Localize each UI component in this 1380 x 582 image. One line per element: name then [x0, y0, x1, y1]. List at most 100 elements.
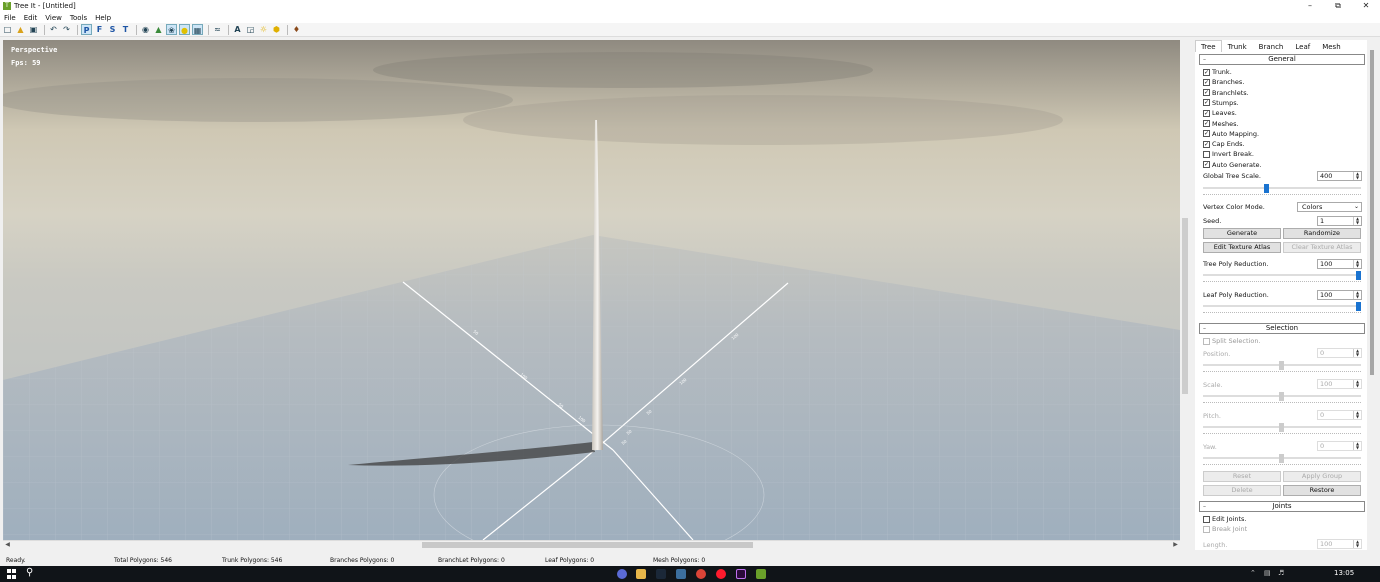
tab-mesh[interactable]: Mesh — [1316, 40, 1346, 52]
spinner-icon[interactable]: ▲ ▼ — [1353, 291, 1361, 299]
checkbox-meshes[interactable]: ✓ Meshes. — [1203, 119, 1239, 129]
scroll-left-icon[interactable]: ◀ — [3, 541, 12, 549]
minimize-icon[interactable]: – — [1296, 0, 1324, 12]
menu-tools[interactable]: Tools — [66, 14, 91, 22]
restore-button[interactable]: Restore — [1283, 485, 1361, 496]
tray-expand-icon[interactable]: ⌃ — [1250, 569, 1256, 577]
restore-icon[interactable]: ⧉ — [1324, 0, 1352, 12]
view-side-button[interactable]: S — [107, 24, 118, 35]
clear-texture-atlas-button[interactable]: Clear Texture Atlas — [1283, 242, 1361, 253]
panel-scrollbar[interactable] — [1368, 50, 1376, 546]
scale-slider[interactable] — [1203, 392, 1361, 403]
split-selection-checkbox[interactable]: Split Selection. — [1203, 336, 1261, 346]
checkbox-branchlets[interactable]: ✓ Branchlets. — [1203, 88, 1249, 98]
collapse-icon[interactable]: – — [1203, 502, 1206, 511]
tree-it-taskbar-icon[interactable] — [756, 569, 766, 579]
section-selection-header[interactable]: – Selection — [1199, 323, 1365, 334]
light-bulb-icon[interactable]: ● — [179, 24, 190, 35]
global-scale-slider[interactable] — [1203, 184, 1361, 195]
view-top-button[interactable]: T — [120, 24, 131, 35]
premiere-app-icon[interactable] — [736, 569, 746, 579]
scroll-right-icon[interactable]: ▶ — [1171, 541, 1180, 549]
viewport-horizontal-scrollbar[interactable]: ◀ ▶ — [3, 540, 1180, 549]
grid-sphere-icon[interactable]: ❀ — [166, 24, 177, 35]
view-front-button[interactable]: F — [94, 24, 105, 35]
checkbox-branches[interactable]: ✓ Branches. — [1203, 77, 1244, 87]
yaw-slider[interactable] — [1203, 454, 1361, 465]
scrollbar-thumb[interactable] — [1182, 218, 1188, 394]
menu-help[interactable]: Help — [91, 14, 115, 22]
checkbox-auto-generate[interactable]: ✓ Auto Generate. — [1203, 160, 1262, 170]
spinner-icon[interactable]: ▲ ▼ — [1353, 380, 1361, 388]
menu-file[interactable]: File — [0, 14, 20, 22]
grid-icon[interactable]: ▦ — [192, 24, 203, 35]
slider-knob[interactable] — [1279, 454, 1284, 463]
polygon-icon[interactable]: ⬢ — [271, 24, 282, 35]
checkbox-invert-break[interactable]: Invert Break. — [1203, 149, 1254, 159]
scrollbar-thumb[interactable] — [1370, 50, 1374, 375]
vertex-color-select[interactable]: Colors ⌄ — [1297, 202, 1362, 212]
delete-button[interactable]: Delete — [1203, 485, 1281, 496]
slider-knob[interactable] — [1279, 392, 1284, 401]
sun-icon[interactable]: ☼ — [258, 24, 269, 35]
seed-input[interactable]: 1 ▲ ▼ — [1317, 216, 1362, 226]
generate-button[interactable]: Generate — [1203, 228, 1281, 239]
section-joints-header[interactable]: – Joints — [1199, 501, 1365, 512]
edit-joints-checkbox[interactable]: Edit Joints. — [1203, 514, 1246, 524]
global-scale-input[interactable]: 400 ▲ ▼ — [1317, 171, 1362, 181]
scrollbar-thumb[interactable] — [422, 542, 753, 548]
file-explorer-icon[interactable] — [636, 569, 646, 579]
opera-app-icon[interactable] — [716, 569, 726, 579]
3d-viewport[interactable]: 100 50 100 50 100 50 100 50 50 Perspecti… — [3, 40, 1180, 540]
network-icon[interactable]: ▤ — [1264, 569, 1271, 577]
edit-texture-atlas-button[interactable]: Edit Texture Atlas — [1203, 242, 1281, 253]
reset-button[interactable]: Reset — [1203, 471, 1281, 482]
break-joint-checkbox[interactable]: Break Joint — [1203, 524, 1247, 534]
position-slider[interactable] — [1203, 361, 1361, 372]
redo-icon[interactable]: ↷ — [61, 24, 72, 35]
windows-start-icon[interactable] — [7, 569, 17, 579]
wind-icon[interactable]: ≈ — [212, 24, 223, 35]
collapse-icon[interactable]: – — [1203, 55, 1206, 64]
length-input[interactable]: 100 ▲ ▼ — [1317, 539, 1362, 549]
close-icon[interactable]: ✕ — [1352, 0, 1380, 12]
pitch-input[interactable]: 0 ▲ ▼ — [1317, 410, 1362, 420]
wireframe-icon[interactable]: ◉ — [140, 24, 151, 35]
view-perspective-button[interactable]: P — [81, 24, 92, 35]
chrome-app-icon[interactable] — [696, 569, 706, 579]
volume-icon[interactable]: ♬ — [1278, 569, 1284, 577]
checkbox-trunk[interactable]: ✓ Trunk. — [1203, 67, 1232, 77]
tab-branch[interactable]: Branch — [1253, 40, 1290, 52]
app-icon[interactable] — [676, 569, 686, 579]
randomize-button[interactable]: Randomize — [1283, 228, 1361, 239]
viewport-vertical-scrollbar[interactable] — [1180, 40, 1190, 540]
leaf-poly-slider[interactable] — [1203, 302, 1361, 313]
slider-knob[interactable] — [1356, 302, 1361, 311]
tab-tree[interactable]: Tree — [1195, 40, 1222, 52]
spinner-icon[interactable]: ▲ ▼ — [1353, 411, 1361, 419]
spinner-icon[interactable]: ▲ ▼ — [1353, 260, 1361, 268]
slider-knob[interactable] — [1279, 361, 1284, 370]
save-icon[interactable]: ▣ — [28, 24, 39, 35]
leaf-poly-input[interactable]: 100 ▲ ▼ — [1317, 290, 1362, 300]
apply-group-button[interactable]: Apply Group — [1283, 471, 1361, 482]
checkbox-stumps[interactable]: ✓ Stumps. — [1203, 98, 1239, 108]
menu-edit[interactable]: Edit — [20, 14, 42, 22]
tree-generate-icon[interactable]: ♦ — [291, 24, 302, 35]
position-input[interactable]: 0 ▲ ▼ — [1317, 348, 1362, 358]
menu-view[interactable]: View — [41, 14, 66, 22]
yaw-input[interactable]: 0 ▲ ▼ — [1317, 441, 1362, 451]
tree-poly-input[interactable]: 100 ▲ ▼ — [1317, 259, 1362, 269]
open-folder-icon[interactable]: ▲ — [15, 24, 26, 35]
checkbox-auto-mapping[interactable]: ✓ Auto Mapping. — [1203, 129, 1259, 139]
undo-icon[interactable]: ↶ — [48, 24, 59, 35]
tab-leaf[interactable]: Leaf — [1289, 40, 1316, 52]
fit-view-icon[interactable]: ◲ — [245, 24, 256, 35]
spinner-icon[interactable]: ▲ ▼ — [1353, 349, 1361, 357]
new-file-icon[interactable]: □ — [2, 24, 13, 35]
pitch-slider[interactable] — [1203, 423, 1361, 434]
spinner-icon[interactable]: ▲ ▼ — [1353, 217, 1361, 225]
collapse-icon[interactable]: – — [1203, 324, 1206, 333]
section-general-header[interactable]: – General — [1199, 54, 1365, 65]
steam-app-icon[interactable] — [656, 569, 666, 579]
